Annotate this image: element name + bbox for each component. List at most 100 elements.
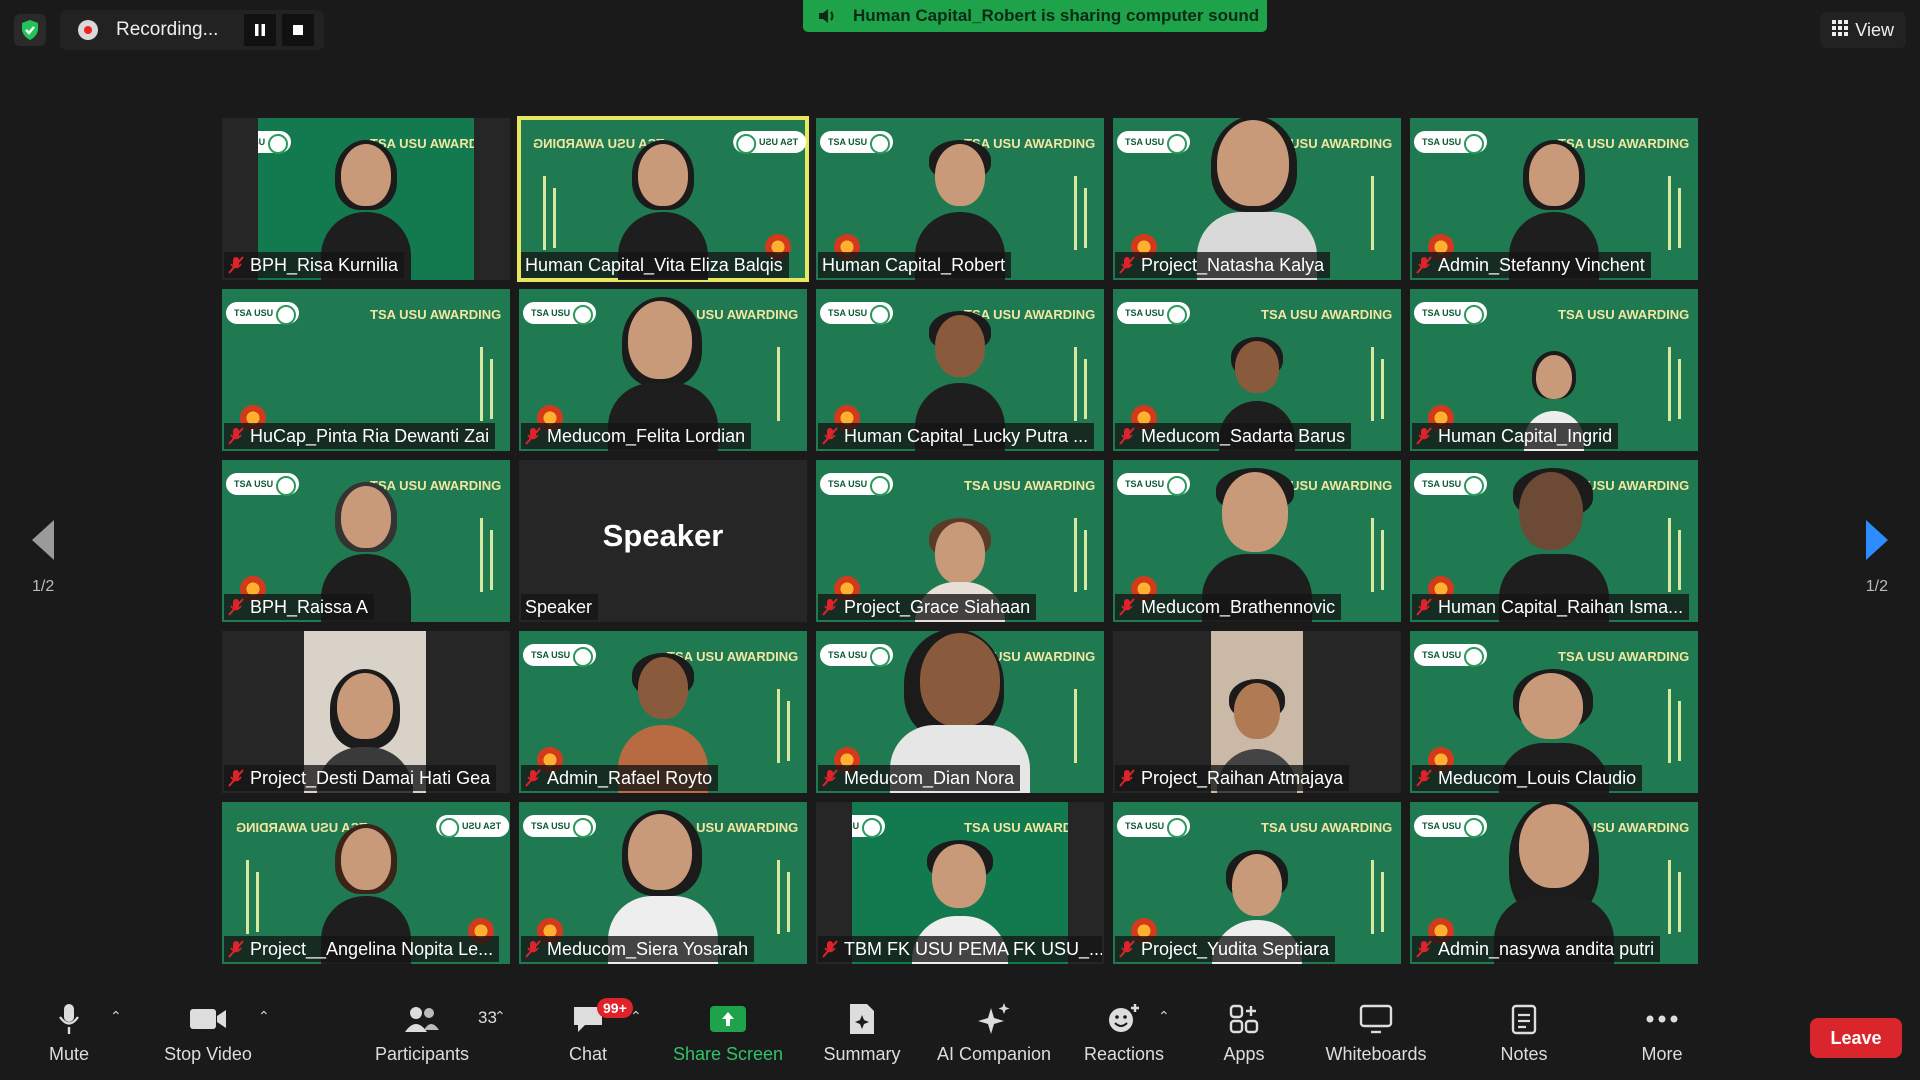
muted-mic-icon bbox=[228, 769, 244, 787]
microphone-icon bbox=[57, 994, 81, 1044]
stop-recording-button[interactable] bbox=[282, 14, 314, 46]
participant-name: Meducom_Sadarta Barus bbox=[1141, 425, 1346, 446]
notes-button[interactable]: Notes bbox=[1494, 994, 1554, 1080]
share-screen-button[interactable]: Share Screen bbox=[670, 994, 786, 1080]
participant-tile[interactable]: TSA USU TSA USU AWARDING Meducom_Siera Y… bbox=[519, 802, 807, 964]
participant-tile[interactable]: Project_Raihan Atmajaya bbox=[1113, 631, 1401, 793]
page-indicator-left: 1/2 bbox=[32, 578, 55, 595]
whiteboards-button[interactable]: Whiteboards bbox=[1320, 994, 1432, 1080]
chat-label: Chat bbox=[568, 1044, 608, 1064]
participants-button[interactable]: 33 Participants bbox=[370, 994, 497, 1080]
participant-name-tag: Admin_nasywa andita putri bbox=[1412, 936, 1661, 962]
participant-tile[interactable]: TSA USU TSA USU AWARDING Human Capital_R… bbox=[1410, 460, 1698, 622]
participant-name-tag: HuCap_Pinta Ria Dewanti Zai bbox=[224, 423, 496, 449]
participant-tile-active-speaker[interactable]: TSA USU AWARDING TSA USU Human Capital_V… bbox=[517, 116, 809, 282]
participant-tile[interactable]: TSA USU TSA USU AWARDING Human Capital_I… bbox=[1410, 289, 1698, 451]
participant-tile[interactable]: TSA USU TSA USU AWARDING Human Capital_L… bbox=[816, 289, 1104, 451]
next-page-arrow-icon[interactable] bbox=[1862, 518, 1892, 562]
muted-mic-icon bbox=[822, 940, 838, 958]
reactions-options-chevron-up-icon[interactable]: ⌃ bbox=[1158, 1008, 1170, 1025]
participant-tile[interactable]: TSA USU TSA USU AWARDING HuCap_Pinta Ria… bbox=[222, 289, 510, 451]
participant-tile[interactable]: TSA USU TSA USU AWARDING Meducom_Sadarta… bbox=[1113, 289, 1401, 451]
brand-pill: TSA USU bbox=[820, 131, 894, 154]
participant-name: Meducom_Dian Nora bbox=[844, 767, 1015, 788]
leave-button[interactable]: Leave bbox=[1810, 1018, 1902, 1058]
audio-options-chevron-up-icon[interactable]: ⌃ bbox=[110, 1008, 122, 1025]
participant-name-tag: TBM FK USU PEMA FK USU_... bbox=[818, 936, 1102, 962]
participant-tile[interactable]: TSA USU AWARDING TSA USU Project__Angeli… bbox=[222, 802, 510, 964]
participant-name-tag: Meducom_Felita Lordian bbox=[521, 423, 752, 449]
participant-name-tag: Meducom_Brathennovic bbox=[1115, 594, 1342, 620]
muted-mic-icon bbox=[525, 769, 541, 787]
participant-name: Meducom_Siera Yosarah bbox=[547, 938, 749, 959]
muted-mic-icon bbox=[525, 940, 541, 958]
participant-name-tag: BPH_Raissa A bbox=[224, 594, 375, 620]
participant-tile[interactable]: TSA USU TSA USU AWARDING Meducom_Louis C… bbox=[1410, 631, 1698, 793]
brand-pill: TSA USU bbox=[258, 131, 292, 154]
notes-label: Notes bbox=[1500, 1044, 1548, 1064]
security-shield-icon[interactable] bbox=[14, 14, 46, 46]
summary-button[interactable]: Summary bbox=[818, 994, 906, 1080]
participant-tile[interactable]: TSA USU TSA USU AWARDING Admin_Rafael Ro… bbox=[519, 631, 807, 793]
recording-indicator: Recording... bbox=[60, 10, 324, 50]
apps-icon bbox=[1229, 994, 1259, 1044]
participant-name-tag: Speaker bbox=[521, 594, 599, 620]
participant-name: Project_Grace Siahaan bbox=[844, 596, 1031, 617]
participants-label: Participants bbox=[374, 1044, 470, 1064]
participant-name: Admin_Rafael Royto bbox=[547, 767, 713, 788]
ai-companion-button[interactable]: AI Companion bbox=[932, 994, 1056, 1080]
participant-name-tag: Human Capital_Raihan Isma... bbox=[1412, 594, 1690, 620]
participant-name: Human Capital_Ingrid bbox=[1438, 425, 1613, 446]
participant-name-tag: Human Capital_Ingrid bbox=[1412, 423, 1619, 449]
chat-options-chevron-up-icon[interactable]: ⌃ bbox=[630, 1008, 642, 1025]
participant-tile[interactable]: TSA USU TSA USU AWARDING BPH_Raissa A bbox=[222, 460, 510, 622]
participant-tile[interactable]: TSA USU TSA USU AWARDING TBM FK USU PEMA… bbox=[816, 802, 1104, 964]
participant-name: TBM FK USU PEMA FK USU_... bbox=[844, 938, 1102, 959]
participant-tile[interactable]: TSA USU TSA USU AWARDING Admin_Stefanny … bbox=[1410, 118, 1698, 280]
participant-name: Human Capital_Raihan Isma... bbox=[1438, 596, 1684, 617]
participant-name: Project_Desti Damai Hati Gea bbox=[250, 767, 491, 788]
brand-pill: TSA USU bbox=[523, 644, 597, 667]
participant-tile[interactable]: TSA USU TSA USU AWARDING Meducom_Dian No… bbox=[816, 631, 1104, 793]
chat-button[interactable]: 99+ Chat bbox=[564, 994, 633, 1080]
reactions-button[interactable]: Reactions bbox=[1080, 994, 1168, 1080]
apps-button[interactable]: Apps bbox=[1216, 994, 1272, 1080]
participant-tile[interactable]: TSA USU TSA USU AWARDING Project_Yudita … bbox=[1113, 802, 1401, 964]
muted-mic-icon bbox=[1416, 769, 1432, 787]
speaker-tile[interactable]: Speaker Speaker bbox=[519, 460, 807, 622]
ai-companion-label: AI Companion bbox=[936, 1044, 1052, 1064]
participant-name: Human Capital_Lucky Putra ... bbox=[844, 425, 1089, 446]
award-text: TSA USU AWARDING bbox=[1558, 307, 1690, 322]
participant-name: Project_Yudita Septiara bbox=[1141, 938, 1330, 959]
award-text: TSA USU AWARDING bbox=[1261, 307, 1393, 322]
participants-options-chevron-up-icon[interactable]: ⌃ bbox=[494, 1008, 506, 1025]
chat-bubble-icon: 99+ bbox=[571, 994, 633, 1044]
participant-tile[interactable]: Project_Desti Damai Hati Gea bbox=[222, 631, 510, 793]
participant-tile[interactable]: TSA USU TSA USU AWARDING Project_Natasha… bbox=[1113, 118, 1401, 280]
participant-name-tag: Meducom_Siera Yosarah bbox=[521, 936, 755, 962]
participant-name-tag: Meducom_Sadarta Barus bbox=[1115, 423, 1352, 449]
participant-name-tag: Project_Natasha Kalya bbox=[1115, 252, 1331, 278]
video-camera-icon bbox=[189, 994, 227, 1044]
previous-page-arrow-icon[interactable] bbox=[28, 518, 58, 562]
view-button[interactable]: View bbox=[1820, 12, 1906, 48]
participant-tile[interactable]: TSA USU TSA USU AWARDING Meducom_Felita … bbox=[519, 289, 807, 451]
mute-button[interactable]: Mute bbox=[40, 994, 98, 1080]
participant-tile[interactable]: TSA USU TSA USU AWARDING BPH_Risa Kurnil… bbox=[222, 118, 510, 280]
participant-name: BPH_Raissa A bbox=[250, 596, 369, 617]
ai-sparkle-icon bbox=[976, 994, 1012, 1044]
muted-mic-icon bbox=[1119, 598, 1135, 616]
notes-icon bbox=[1510, 994, 1538, 1044]
participant-tile[interactable]: TSA USU TSA USU AWARDING Project_Grace S… bbox=[816, 460, 1104, 622]
participant-tile[interactable]: TSA USU TSA USU AWARDING Human Capital_R… bbox=[816, 118, 1104, 280]
participant-tile[interactable]: TSA USU TSA USU AWARDING Admin_nasywa an… bbox=[1410, 802, 1698, 964]
brand-pill: TSA USU bbox=[1117, 131, 1191, 154]
participant-name: Admin_nasywa andita putri bbox=[1438, 938, 1655, 959]
participant-tile[interactable]: TSA USU TSA USU AWARDING Meducom_Brathen… bbox=[1113, 460, 1401, 622]
pause-recording-button[interactable] bbox=[244, 14, 276, 46]
stop-video-button[interactable]: Stop Video bbox=[160, 994, 256, 1080]
video-options-chevron-up-icon[interactable]: ⌃ bbox=[258, 1008, 270, 1025]
mute-label: Mute bbox=[48, 1044, 90, 1064]
more-button[interactable]: More bbox=[1634, 994, 1690, 1080]
zoom-meeting-window: Recording... Human Capital_Robert is sha… bbox=[0, 0, 1920, 1080]
